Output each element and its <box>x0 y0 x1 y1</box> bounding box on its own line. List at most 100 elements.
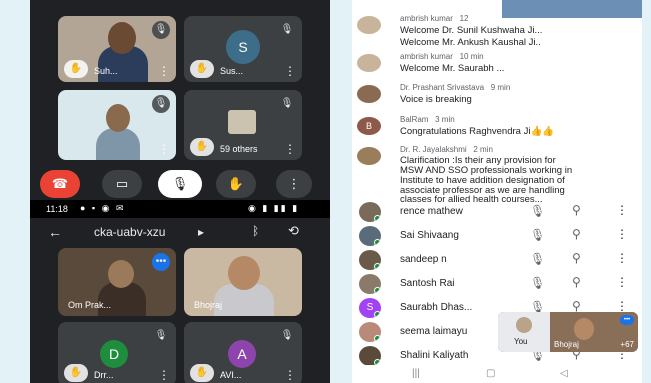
raise-hand-button[interactable]: ✋ <box>216 170 256 198</box>
bluetooth-icon[interactable]: ᛒ <box>252 224 259 238</box>
more-options-icon[interactable]: ⋮ <box>158 368 170 382</box>
participant-avatar <box>359 202 381 222</box>
participant-tile[interactable]: 🎙 ⋮ <box>58 90 176 160</box>
participant-name: Om Prak... <box>68 300 112 310</box>
message-text: Congratulations Raghvendra Ji👍👍 <box>400 126 555 137</box>
participant-avatar <box>359 322 381 342</box>
more-options-icon[interactable]: ⋮ <box>284 64 296 78</box>
raised-hand-icon: ✋ <box>64 364 88 382</box>
more-options-icon[interactable]: ⋮ <box>616 227 628 241</box>
participant-row[interactable]: rence mathew 🎙 ⚲ ⋮ <box>352 200 642 224</box>
participant-tile[interactable]: ••• Om Prak... <box>58 248 176 316</box>
participant-name: Santosh Rai <box>400 278 455 289</box>
mic-off-icon[interactable]: 🎙 <box>530 276 545 290</box>
online-indicator <box>374 215 381 222</box>
participant-name: Drr... <box>94 370 114 380</box>
more-options-icon[interactable]: ⋮ <box>616 275 628 289</box>
online-indicator <box>374 335 381 342</box>
back-icon[interactable]: ◁ <box>560 368 568 379</box>
microphone-button[interactable]: 🎙 <box>158 170 202 198</box>
recent-apps-icon[interactable]: ||| <box>412 368 420 379</box>
chevron-right-icon[interactable]: ▸ <box>198 225 204 239</box>
participant-tile[interactable]: A 🎙 ✋ AVI... ⋮ <box>184 322 302 383</box>
raised-hand-icon: ✋ <box>190 60 214 78</box>
mic-off-icon: 🎙 <box>152 21 170 39</box>
camera-button[interactable]: ▭ <box>102 170 142 198</box>
participant-tile[interactable]: Bhojraj <box>184 248 302 316</box>
self-view-tile[interactable]: You <box>498 312 550 352</box>
more-options-icon[interactable]: ⋮ <box>284 142 296 156</box>
participant-avatar <box>359 250 381 270</box>
more-options-icon[interactable]: ⋮ <box>616 299 628 313</box>
back-arrow-icon[interactable]: ← <box>48 224 62 240</box>
participant-tile[interactable]: S 🎙 ✋ Sus... ⋮ <box>184 16 302 82</box>
mic-off-icon: 🎙 <box>278 95 296 113</box>
chat-participants-panel: ambrish kumar 12 Welcome Dr. Sunil Kushw… <box>352 0 642 383</box>
pin-icon[interactable]: ⚲ <box>572 251 581 265</box>
participant-tile[interactable]: 🎙 ✋ 59 others ⋮ <box>184 90 302 160</box>
sender-avatar <box>357 16 381 34</box>
sender-avatar <box>357 85 381 103</box>
message-sender: ambrish kumar 12 <box>400 14 469 23</box>
more-options-icon[interactable]: ⋮ <box>284 368 296 382</box>
picture-in-picture[interactable]: You ••• Bhojraj +67 <box>498 312 638 352</box>
more-options-icon[interactable]: ⋮ <box>158 142 170 156</box>
participant-avatar <box>359 274 381 294</box>
signal-icons: ◉ ▮ ▮▮ ▮ <box>248 203 300 213</box>
more-options-icon[interactable]: ⋮ <box>158 64 170 78</box>
self-label: You <box>514 337 528 346</box>
sender-avatar <box>357 54 381 72</box>
participant-video <box>108 260 134 288</box>
raised-hand-icon: ✋ <box>190 138 214 156</box>
mic-off-icon[interactable]: 🎙 <box>530 204 545 218</box>
pin-icon[interactable]: ⚲ <box>572 299 581 313</box>
chat-message: Dr. Prashant Srivastava 9 min Voice is b… <box>352 83 642 105</box>
self-avatar <box>516 317 532 333</box>
meet-grid-top: 🎙 ✋ Suh... ⋮ S 🎙 ✋ Sus... ⋮ 🎙 ⋮ 🎙 ✋ 59 o… <box>30 0 330 200</box>
participant-video <box>228 110 256 134</box>
pin-icon[interactable]: ⚲ <box>572 227 581 241</box>
participant-name: rence mathew <box>400 206 463 217</box>
participant-row[interactable]: Sai Shivaang 🎙 ⚲ ⋮ <box>352 224 642 248</box>
chat-message: B BalRam 3 min Congratulations Raghvendr… <box>352 115 642 137</box>
mic-off-icon[interactable]: 🎙 <box>530 252 545 266</box>
participant-row[interactable]: sandeep n 🎙 ⚲ ⋮ <box>352 248 642 272</box>
participant-row[interactable]: Santosh Rai 🎙 ⚲ ⋮ <box>352 272 642 296</box>
pin-icon[interactable]: ⚲ <box>572 275 581 289</box>
home-icon[interactable]: ▢ <box>486 368 495 379</box>
participant-video <box>108 22 136 54</box>
more-options-button[interactable]: ⋮ <box>276 170 312 198</box>
sender-avatar: B <box>357 117 381 135</box>
end-call-button[interactable]: ☎ <box>40 170 80 198</box>
participant-avatar: S <box>359 298 381 318</box>
message-sender: ambrish kumar 10 min <box>400 52 484 61</box>
pin-icon[interactable]: ⚲ <box>572 203 581 217</box>
meeting-header: ← cka-uabv-xzu ▸ ᛒ ⟲ <box>30 218 330 246</box>
participant-tile[interactable]: 🎙 ✋ Suh... ⋮ <box>58 16 176 82</box>
status-time: 11:18 <box>46 204 68 214</box>
meet-phone-screen: 🎙 ✋ Suh... ⋮ S 🎙 ✋ Sus... ⋮ 🎙 ⋮ 🎙 ✋ 59 o… <box>30 0 330 383</box>
more-options-icon[interactable]: ⋮ <box>616 203 628 217</box>
pip-video-tile: ••• Bhojraj +67 <box>550 312 638 352</box>
participant-name: Saurabh Dhas... <box>400 302 473 313</box>
meet-grid-bottom: ••• Om Prak... Bhojraj D 🎙 ✋ Drr... ⋮ A … <box>30 246 330 383</box>
participant-name: sandeep n <box>400 254 447 265</box>
meeting-code[interactable]: cka-uabv-xzu <box>94 225 165 239</box>
mic-off-icon: 🎙 <box>152 95 170 113</box>
online-indicator <box>374 239 381 246</box>
participant-avatar <box>359 226 381 246</box>
mic-off-icon: 🎙 <box>278 21 296 39</box>
pip-count: +67 <box>620 340 634 349</box>
message-sender: Dr. Prashant Srivastava 9 min <box>400 83 511 92</box>
participant-video <box>228 256 260 290</box>
mic-off-icon: 🎙 <box>278 327 296 345</box>
android-nav-bar: ||| ▢ ◁ <box>352 365 642 383</box>
participant-tile[interactable]: D 🎙 ✋ Drr... ⋮ <box>58 322 176 383</box>
online-indicator <box>374 287 381 294</box>
notification-icons: ● ▪ ◉ ✉ <box>80 203 126 213</box>
participant-name: Suh... <box>94 66 118 76</box>
mic-off-icon[interactable]: 🎙 <box>530 228 545 242</box>
switch-camera-icon[interactable]: ⟲ <box>288 223 299 239</box>
participant-video <box>574 318 594 340</box>
more-options-icon[interactable]: ⋮ <box>616 251 628 265</box>
